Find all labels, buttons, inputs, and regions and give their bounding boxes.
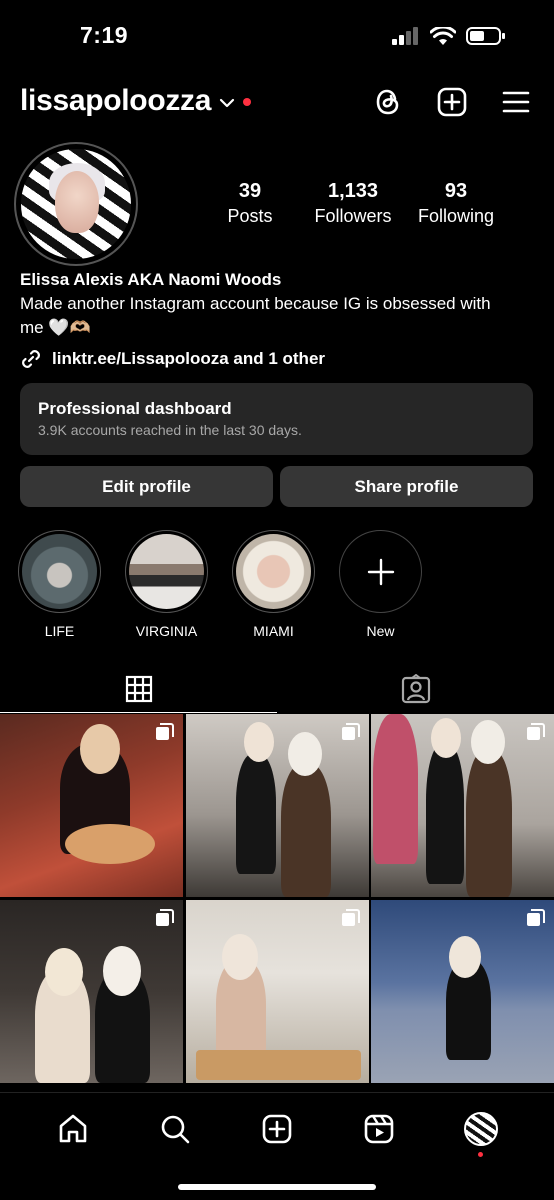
- notification-dot: [478, 1152, 483, 1157]
- stat-label: Following: [417, 206, 495, 226]
- status-icons: [392, 26, 506, 46]
- home-icon: [59, 1114, 87, 1143]
- profile-header: lissapoloozza: [0, 80, 554, 128]
- highlight-ring: [125, 530, 208, 613]
- reels-icon: [364, 1114, 394, 1144]
- stat-posts[interactable]: 39 Posts: [200, 178, 300, 228]
- multi-post-icon: [527, 908, 545, 926]
- avatar: [21, 149, 131, 259]
- header-actions: [372, 86, 532, 118]
- stat-value: 93: [444, 180, 468, 202]
- nav-profile[interactable]: [461, 1109, 501, 1157]
- tab-posts-grid[interactable]: [0, 665, 277, 713]
- multi-post-icon: [156, 908, 174, 926]
- create-post-icon[interactable]: [436, 86, 468, 118]
- highlight-ring: [232, 530, 315, 613]
- highlight-miami[interactable]: MIAMI: [232, 530, 315, 639]
- post-thumbnail[interactable]: [371, 899, 554, 1083]
- username[interactable]: lissapoloozza: [20, 84, 211, 118]
- profile-link[interactable]: linktr.ee/Lissapolooza and 1 other: [20, 348, 325, 370]
- tab-tagged[interactable]: [277, 665, 554, 713]
- multi-post-icon: [341, 723, 360, 740]
- post-thumbnail[interactable]: [371, 714, 554, 897]
- stat-value: 1,133: [327, 180, 379, 202]
- search-icon: [161, 1115, 190, 1144]
- highlight-cover: [236, 534, 311, 609]
- threads-icon[interactable]: [372, 86, 404, 118]
- posts-grid: [0, 714, 554, 1083]
- signal-icon: [392, 27, 418, 45]
- stat-label: Followers: [314, 206, 392, 226]
- status-bar: 7:19: [0, 0, 554, 70]
- home-indicator: [178, 1184, 376, 1190]
- multi-post-icon: [341, 908, 360, 926]
- battery-icon: [466, 27, 505, 45]
- profile-avatar-icon: [464, 1112, 498, 1146]
- share-profile-button[interactable]: Share profile: [280, 466, 533, 507]
- profile-avatar[interactable]: [14, 142, 138, 266]
- tagged-icon: [401, 674, 430, 704]
- highlight-cover: [129, 534, 204, 609]
- grid-icon: [125, 675, 152, 702]
- status-time: 7:19: [80, 22, 129, 48]
- post-thumbnail[interactable]: [185, 899, 369, 1083]
- link-icon: [22, 350, 40, 368]
- highlight-virginia[interactable]: VIRGINIA: [125, 530, 208, 639]
- profile-tabs: [0, 665, 554, 713]
- stat-following[interactable]: 93 Following: [406, 178, 506, 228]
- profile-bio: Elissa Alexis AKA Naomi Woods Made anoth…: [20, 268, 540, 340]
- multi-post-icon: [527, 723, 545, 740]
- new-highlight-button[interactable]: New: [339, 530, 422, 639]
- nav-create[interactable]: [257, 1109, 297, 1149]
- highlight-label: MIAMI: [253, 623, 294, 639]
- nav-search[interactable]: [155, 1109, 195, 1149]
- display-name: Elissa Alexis AKA Naomi Woods: [20, 270, 282, 289]
- create-icon: [262, 1114, 292, 1144]
- stat-label: Posts: [227, 206, 273, 226]
- highlight-life[interactable]: LIFE: [18, 530, 101, 639]
- nav-home[interactable]: [53, 1109, 93, 1149]
- edit-profile-button[interactable]: Edit profile: [20, 466, 273, 507]
- highlight-label: LIFE: [44, 623, 75, 639]
- highlight-label: New: [366, 623, 395, 639]
- wifi-icon: [430, 26, 456, 45]
- post-thumbnail[interactable]: [0, 899, 183, 1083]
- stat-value: 39: [238, 180, 262, 202]
- menu-icon[interactable]: [500, 86, 532, 118]
- bottom-navigation: [0, 1092, 554, 1200]
- dashboard-subtitle: 3.9K accounts reached in the last 30 day…: [38, 422, 302, 438]
- nav-reels[interactable]: [359, 1109, 399, 1149]
- highlight-ring: [18, 530, 101, 613]
- highlight-label: VIRGINIA: [135, 623, 198, 639]
- professional-dashboard[interactable]: Professional dashboard 3.9K accounts rea…: [20, 383, 533, 455]
- chevron-down-icon[interactable]: [219, 97, 235, 109]
- nav-items: [0, 1109, 554, 1157]
- notification-dot: [243, 98, 252, 106]
- plus-icon: [367, 558, 394, 585]
- dashboard-title: Professional dashboard: [38, 399, 232, 418]
- highlight-cover: [22, 534, 97, 609]
- bio-text: Made another Instagram account because I…: [20, 294, 491, 337]
- link-text: linktr.ee/Lissapolooza and 1 other: [52, 349, 326, 368]
- post-thumbnail[interactable]: [0, 714, 183, 897]
- highlight-ring: [339, 530, 422, 613]
- stat-followers[interactable]: 1,133 Followers: [300, 178, 406, 228]
- post-thumbnail[interactable]: [185, 714, 369, 897]
- account-switcher[interactable]: lissapoloozza: [20, 84, 252, 118]
- profile-stats: 39 Posts 1,133 Followers 93 Following: [200, 178, 520, 228]
- story-highlights: LIFE VIRGINIA MIAMI New: [18, 530, 422, 639]
- multi-post-icon: [156, 723, 174, 740]
